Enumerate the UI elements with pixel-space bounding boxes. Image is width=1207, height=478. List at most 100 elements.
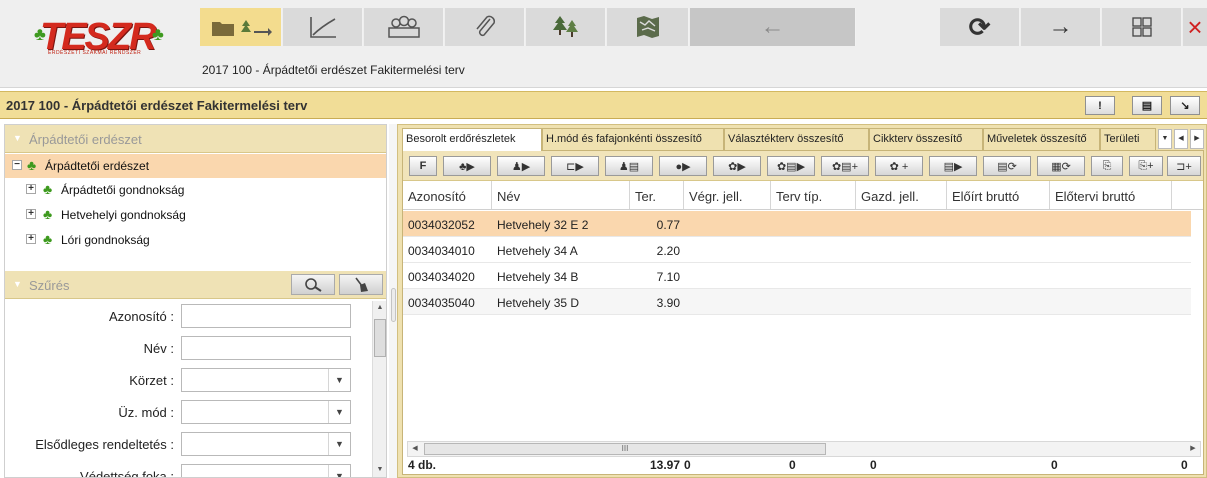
korzet-select[interactable]: ▼: [181, 368, 351, 392]
filter-label: Név :: [143, 341, 174, 356]
nev-input[interactable]: [181, 336, 351, 360]
doc-add-button[interactable]: ⎘+: [1129, 156, 1163, 176]
elsodleges-rendeltetes-select[interactable]: ▼: [181, 432, 351, 456]
tab-muveletek-osszesito[interactable]: Műveletek összesítő: [983, 128, 1100, 151]
tree-panel-header[interactable]: ▼ Árpádtetői erdészet: [5, 125, 386, 153]
refresh-button[interactable]: ⟳: [940, 8, 1020, 46]
table-row[interactable]: 0034032052 Hetvehely 32 E 2 0.77: [403, 211, 1191, 237]
circle-go-button[interactable]: ●▶: [659, 156, 707, 176]
dropdown-arrow-icon[interactable]: ▼: [328, 465, 350, 477]
tree-node-root[interactable]: − ♣ Árpádtetői erdészet: [5, 154, 386, 178]
column-header-eloirt-brutto[interactable]: Előírt bruttó: [947, 181, 1050, 209]
gear-go-button[interactable]: ✿▶: [713, 156, 761, 176]
tree-node-hetvehelyi[interactable]: + ♣ Hetvehelyi gondnokság: [5, 203, 386, 227]
tab-valasztekterv-osszesito[interactable]: Választékterv összesítő: [724, 128, 869, 151]
table-row[interactable]: 0034035040 Hetvehely 35 D 3.90: [403, 289, 1191, 315]
horizontal-scrollbar[interactable]: ◀ III ▶: [407, 441, 1201, 457]
column-header-elotervi-brutto[interactable]: Előtervi bruttó: [1050, 181, 1172, 209]
expand-node-icon[interactable]: +: [26, 184, 36, 194]
scroll-up-icon[interactable]: ▲: [373, 301, 386, 315]
tab-scroll-right-icon[interactable]: ▶: [1190, 129, 1204, 149]
column-header-terv-tip[interactable]: Terv típ.: [771, 181, 856, 209]
grid-refresh-button[interactable]: ▦⟳: [1037, 156, 1085, 176]
column-header-gazd-jell[interactable]: Gazd. jell.: [856, 181, 947, 209]
truck-go-button[interactable]: ⊏▶: [551, 156, 599, 176]
column-header-vegr-jell[interactable]: Végr. jell.: [684, 181, 771, 209]
dropdown-arrow-icon[interactable]: ▼: [328, 401, 350, 423]
column-header-ter[interactable]: Ter.: [630, 181, 684, 209]
search-icon: [305, 277, 322, 292]
tab-teruleti[interactable]: Területi: [1100, 128, 1156, 151]
scroll-thumb[interactable]: III: [424, 443, 826, 455]
expand-node-icon[interactable]: +: [26, 234, 36, 244]
tree-node-lori[interactable]: + ♣ Lóri gondnokság: [5, 228, 386, 252]
doc-export-button[interactable]: ⎘: [1091, 156, 1123, 176]
people-list-button[interactable]: ♟▤: [605, 156, 653, 176]
table-row[interactable]: 0034034010 Hetvehely 34 A 2.20: [403, 237, 1191, 263]
gear-add-button[interactable]: ✿ +: [875, 156, 923, 176]
forward-button[interactable]: →: [1021, 8, 1101, 46]
tab-cikkterv-osszesito[interactable]: Cikkterv összesítő: [869, 128, 983, 151]
filter-scrollbar[interactable]: ▲ ▼: [372, 301, 386, 477]
filter-panel-title: Szűrés: [29, 278, 70, 293]
scroll-right-icon[interactable]: ▶: [1186, 442, 1200, 456]
tree-go-button[interactable]: ♣▶: [443, 156, 491, 176]
people-go-button[interactable]: ♟▶: [497, 156, 545, 176]
collapse-button[interactable]: ↘: [1170, 96, 1200, 115]
vedettseg-foka-select[interactable]: ▼: [181, 464, 351, 477]
collapse-arrow-icon: ▼: [13, 279, 22, 289]
tree-node-arpadtetoi[interactable]: + ♣ Árpádtetői gondnokság: [5, 178, 386, 202]
filter-button[interactable]: F: [409, 156, 437, 176]
search-button[interactable]: [291, 274, 335, 295]
tab-list-dropdown-icon[interactable]: ▼: [1158, 129, 1172, 149]
cell-nev: Hetvehely 34 B: [497, 270, 579, 284]
scroll-left-icon[interactable]: ◀: [408, 442, 422, 456]
comment-add-button[interactable]: ⊐+: [1167, 156, 1201, 176]
filter-panel-header[interactable]: ▼ Szűrés: [5, 271, 386, 299]
trees-button[interactable]: [526, 8, 606, 46]
tab-hmod-fafajonkenti-osszesito[interactable]: H.mód és fafajonkénti összesítő: [542, 128, 724, 151]
clear-filter-button[interactable]: [339, 274, 383, 295]
total-eloirt-brutto: 0: [1051, 458, 1058, 472]
tab-besorolt-erdoreszletek[interactable]: Besorolt erdőrészletek: [402, 128, 542, 151]
people-button[interactable]: [364, 8, 444, 46]
table-row[interactable]: 0034034020 Hetvehely 34 B 7.10: [403, 263, 1191, 289]
right-panel: Besorolt erdőrészletek H.mód és fafajonk…: [397, 124, 1207, 478]
dropdown-arrow-icon[interactable]: ▼: [328, 369, 350, 391]
scroll-down-icon[interactable]: ▼: [373, 463, 386, 477]
folder-trees-button[interactable]: [200, 8, 282, 46]
alert-button[interactable]: !: [1085, 96, 1115, 115]
line-chart-icon: [309, 17, 336, 38]
uz-mod-select[interactable]: ▼: [181, 400, 351, 424]
scroll-thumb[interactable]: [374, 319, 386, 357]
tree-node-label: Hetvehelyi gondnokság: [61, 208, 186, 222]
grid-header: Azonosító Név Ter. Végr. jell. Terv típ.…: [403, 181, 1203, 210]
close-button[interactable]: ×: [1183, 8, 1207, 46]
splitter-grip[interactable]: [391, 288, 396, 322]
gear-doc-go-button[interactable]: ✿▤▶: [767, 156, 815, 176]
doc-go-button[interactable]: ▤▶: [929, 156, 977, 176]
close-icon: ×: [1187, 11, 1203, 42]
map-button[interactable]: [607, 8, 689, 46]
windows-button[interactable]: [1102, 8, 1182, 46]
gear-doc-add-button[interactable]: ✿▤+: [821, 156, 869, 176]
row-count: 4 db.: [408, 458, 437, 472]
attachment-button[interactable]: [445, 8, 525, 46]
doc-refresh-button[interactable]: ▤⟳: [983, 156, 1031, 176]
column-header-nev[interactable]: Név: [492, 181, 630, 209]
azonosito-input[interactable]: [181, 304, 351, 328]
panel-splitter[interactable]: [389, 124, 397, 478]
arrow-right-icon: →: [1048, 13, 1073, 40]
grid-icon: [1131, 17, 1152, 37]
dropdown-arrow-icon[interactable]: ▼: [328, 433, 350, 455]
expand-node-icon[interactable]: +: [26, 209, 36, 219]
chart-button[interactable]: [283, 8, 363, 46]
collapse-node-icon[interactable]: −: [12, 160, 22, 170]
back-button[interactable]: ←: [690, 8, 856, 46]
tab-scroll-left-icon[interactable]: ◀: [1174, 129, 1188, 149]
column-header-azonosito[interactable]: Azonosító: [403, 181, 492, 209]
filter-row-vedettseg-foka: Védettség foka : ▼: [5, 461, 370, 477]
grid-body: 0034032052 Hetvehely 32 E 2 0.77 0034034…: [403, 211, 1203, 441]
cell-azonosito: 0034034020: [408, 270, 475, 284]
list-button[interactable]: ▤: [1132, 96, 1162, 115]
